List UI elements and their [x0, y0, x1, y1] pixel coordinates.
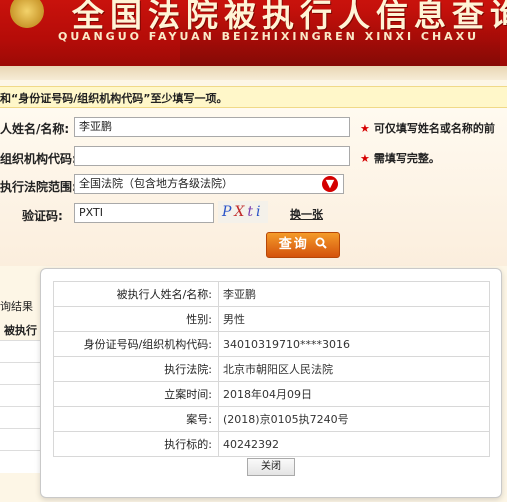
court-scope-select[interactable]: 全国法院（包含地方各级法院） [74, 174, 344, 194]
detail-value: 北京市朝阳区人民法院 [218, 356, 490, 382]
magnifier-icon [315, 237, 327, 249]
captcha-input[interactable]: PXTI [74, 203, 214, 223]
captcha-char: P [222, 204, 235, 220]
table-row [0, 384, 40, 407]
detail-value: 40242392 [218, 431, 490, 457]
refresh-captcha-link[interactable]: 换一张 [290, 206, 323, 222]
detail-row: 案号: (2018)京0105执7240号 [53, 406, 490, 432]
captcha-label: 验证码: [22, 209, 63, 223]
results-label: 询结果 [0, 300, 33, 313]
name-hint-text: 可仅填写姓名或名称的前 [373, 122, 495, 135]
query-button-label: 查询 [278, 237, 309, 252]
org-code-hint: ★ 需填写完整。 [360, 150, 440, 166]
name-label: 人姓名/名称: [0, 122, 70, 136]
result-detail-dialog: 被执行人姓名/名称: 李亚鹏 性别: 男性 身份证号码/组织机构代码: 340103197… [40, 268, 502, 498]
detail-row: 执行法院: 北京市朝阳区人民法院 [53, 356, 490, 382]
court-scope-label: 执行法院范围: [0, 180, 77, 194]
detail-row: 执行标的: 40242392 [53, 431, 490, 457]
query-button[interactable]: 查询 [266, 232, 340, 258]
detail-row: 性别: 男性 [53, 306, 490, 332]
header-banner: 全国法院被执行人信息查询 QUANGUO FAYUAN BEIZHIXINGRE… [0, 0, 507, 66]
detail-value: 李亚鹏 [218, 281, 490, 307]
page-subtitle: QUANGUO FAYUAN BEIZHIXINGREN XINXI CHAXU [58, 30, 480, 43]
detail-key: 执行标的: [53, 431, 219, 457]
name-input[interactable]: 李亚鹏 [74, 117, 350, 137]
detail-key: 立案时间: [53, 381, 219, 407]
detail-row: 被执行人姓名/名称: 李亚鹏 [53, 281, 490, 307]
required-star-icon: ★ [360, 122, 370, 135]
captcha-image[interactable]: PXti [218, 201, 268, 223]
detail-key: 性别: [53, 306, 219, 332]
detail-key: 身份证号码/组织机构代码: [53, 331, 219, 357]
name-hint: ★ 可仅填写姓名或名称的前 [360, 120, 495, 136]
detail-value: 2018年04月09日 [218, 381, 490, 407]
results-column-header: 被执行 [4, 324, 37, 337]
notice-bar: 和“身份证号码/组织机构代码”至少填写一项。 [0, 86, 507, 108]
chevron-down-icon[interactable]: ▼ [322, 176, 338, 192]
detail-value: (2018)京0105执7240号 [218, 406, 490, 432]
detail-key: 执行法院: [53, 356, 219, 382]
detail-value: 34010319710****3016 [218, 331, 490, 357]
table-row [0, 362, 40, 385]
table-row [0, 340, 40, 363]
court-emblem-icon [10, 0, 44, 28]
detail-table: 被执行人姓名/名称: 李亚鹏 性别: 男性 身份证号码/组织机构代码: 340103197… [53, 281, 490, 457]
detail-key: 被执行人姓名/名称: [53, 281, 219, 307]
org-code-label: 组织机构代码: [0, 152, 77, 166]
detail-value: 男性 [218, 306, 490, 332]
detail-row: 身份证号码/组织机构代码: 34010319710****3016 [53, 331, 490, 357]
detail-row: 立案时间: 2018年04月09日 [53, 381, 490, 407]
org-code-hint-text: 需填写完整。 [373, 152, 440, 165]
required-star-icon: ★ [360, 152, 370, 165]
table-row [0, 450, 40, 473]
table-row [0, 406, 40, 429]
org-code-input[interactable] [74, 146, 350, 166]
captcha-char: t [247, 204, 257, 220]
close-button[interactable]: 关闭 [247, 458, 295, 476]
notice-text: 和“身份证号码/组织机构代码”至少填写一项。 [0, 92, 228, 105]
captcha-char: X [234, 204, 248, 220]
table-row [0, 428, 40, 451]
detail-key: 案号: [53, 406, 219, 432]
header-divider [0, 66, 507, 80]
captcha-char: i [256, 204, 264, 220]
